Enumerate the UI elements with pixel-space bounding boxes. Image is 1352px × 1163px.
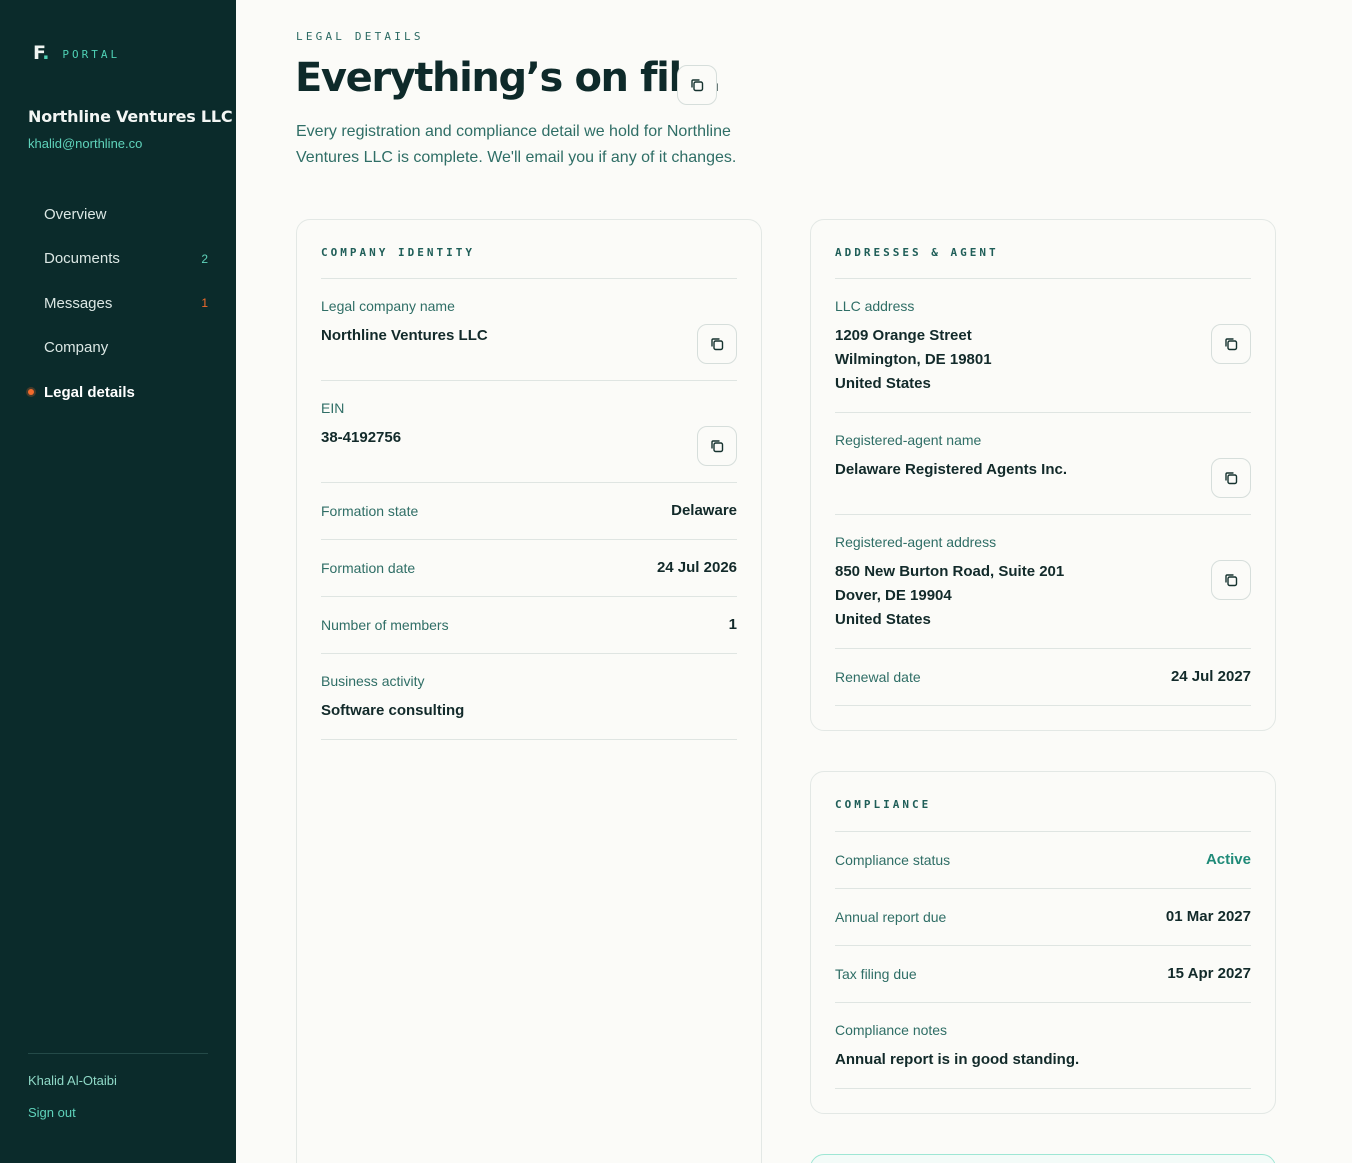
sidebar-item-documents[interactable]: Documents 2 — [28, 237, 208, 282]
formation-date-value: 24 Jul 2026 — [656, 559, 737, 576]
copy-all-button[interactable] — [677, 65, 717, 105]
sidebar-item-label: Documents — [44, 250, 120, 268]
org-name: Northline Ventures LLC — [28, 107, 233, 126]
formation-state-value: Delaware — [671, 502, 737, 519]
formation-date-label: Formation date — [321, 560, 416, 576]
copy-icon — [691, 79, 704, 92]
copy-legal-name-button[interactable] — [697, 324, 737, 364]
ein-label: EIN — [321, 400, 345, 416]
annual-report-label: Annual report due — [835, 909, 947, 925]
renewal-date-label: Renewal date — [835, 669, 921, 685]
agent-address-line: Dover, DE 19904 — [835, 587, 952, 604]
sign-out-link[interactable]: Sign out — [28, 1105, 76, 1120]
compliance-status-label: Compliance status — [835, 852, 951, 868]
copy-llc-address-button[interactable] — [1211, 324, 1251, 364]
tax-filing-value: 15 Apr 2027 — [1167, 965, 1251, 982]
llc-address-line: United States — [835, 375, 931, 392]
ein-value: 38-4192756 — [321, 429, 402, 446]
divider — [835, 945, 1251, 946]
business-activity-value: Software consulting — [321, 702, 465, 719]
agent-address-label: Registered-agent address — [835, 534, 997, 550]
divider — [835, 412, 1251, 413]
compliance-status-value: Active — [1205, 851, 1251, 868]
business-activity-label: Business activity — [321, 673, 425, 689]
messages-count-badge: 1 — [201, 296, 208, 311]
brand-label: PORTAL — [62, 47, 121, 61]
copy-agent-name-button[interactable] — [1211, 458, 1251, 498]
sidebar-item-company[interactable]: Company — [28, 326, 208, 371]
sidebar-item-legal-details[interactable]: Legal details — [28, 370, 208, 415]
divider — [321, 380, 737, 381]
sidebar-nav: Overview Documents 2 Messages 1 Company … — [28, 192, 208, 415]
sidebar-item-label: Legal details — [44, 383, 135, 401]
brand[interactable]: F. PORTAL — [33, 42, 120, 64]
sidebar: F. PORTAL Northline Ventures LLC khalid@… — [0, 0, 236, 1163]
company-identity-card: COMPANY IDENTITY Legal company name Nort… — [296, 219, 762, 1163]
members-label: Number of members — [321, 617, 449, 633]
divider — [321, 653, 737, 654]
divider — [321, 278, 737, 279]
divider — [321, 596, 737, 597]
documents-count-badge: 2 — [201, 251, 208, 266]
divider — [321, 539, 737, 540]
copy-icon — [1225, 574, 1238, 587]
formation-state-label: Formation state — [321, 503, 419, 519]
divider — [835, 888, 1251, 889]
card-title: COMPANY IDENTITY — [321, 246, 475, 259]
divider — [835, 514, 1251, 515]
copy-icon — [1225, 472, 1238, 485]
card-title: ADDRESSES & AGENT — [835, 246, 999, 259]
llc-address-line: Wilmington, DE 19801 — [835, 351, 992, 368]
copy-agent-address-button[interactable] — [1211, 560, 1251, 600]
page-title: Everything’s on file. — [295, 55, 722, 101]
llc-address-label: LLC address — [835, 298, 915, 314]
legal-name-label: Legal company name — [321, 298, 455, 314]
active-indicator-icon — [28, 389, 34, 396]
divider — [835, 831, 1251, 832]
agent-address-line: United States — [835, 611, 931, 628]
compliance-notes-value: Annual report is in good standing. — [835, 1051, 1080, 1068]
agent-name-value: Delaware Registered Agents Inc. — [835, 461, 1068, 478]
sidebar-item-messages[interactable]: Messages 1 — [28, 281, 208, 326]
agent-address-line: 850 New Burton Road, Suite 201 — [835, 563, 1065, 580]
divider — [321, 739, 737, 740]
sidebar-item-label: Overview — [44, 205, 107, 223]
next-card-partial — [810, 1154, 1276, 1163]
renewal-date-value: 24 Jul 2027 — [1170, 668, 1251, 685]
members-value: 1 — [728, 616, 737, 633]
brand-logo: F. — [33, 42, 49, 64]
tax-filing-label: Tax filing due — [835, 966, 917, 982]
page-eyebrow: LEGAL DETAILS — [296, 30, 424, 43]
agent-name-label: Registered-agent name — [835, 432, 982, 448]
page-intro: Every registration and compliance detail… — [296, 123, 737, 166]
legal-name-value: Northline Ventures LLC — [321, 327, 488, 344]
user-name: Khalid Al-Otaibi — [28, 1073, 117, 1088]
card-title: COMPLIANCE — [835, 798, 932, 811]
copy-icon — [711, 440, 724, 453]
copy-ein-button[interactable] — [697, 426, 737, 466]
compliance-card: COMPLIANCE Compliance status Active Annu… — [810, 771, 1276, 1114]
addresses-agent-card: ADDRESSES & AGENT LLC address 1209 Orang… — [810, 219, 1276, 731]
divider — [321, 482, 737, 483]
copy-icon — [1225, 338, 1238, 351]
divider — [835, 278, 1251, 279]
sidebar-item-overview[interactable]: Overview — [28, 192, 208, 237]
compliance-notes-label: Compliance notes — [835, 1022, 948, 1038]
divider — [835, 648, 1251, 649]
sidebar-divider — [28, 1053, 208, 1054]
sidebar-item-label: Company — [44, 339, 109, 357]
sidebar-item-label: Messages — [44, 294, 113, 312]
copy-icon — [711, 338, 724, 351]
divider — [835, 1002, 1251, 1003]
divider — [835, 705, 1251, 706]
org-email: khalid@northline.co — [28, 136, 143, 151]
llc-address-line: 1209 Orange Street — [835, 327, 972, 344]
divider — [835, 1088, 1251, 1089]
annual-report-value: 01 Mar 2027 — [1165, 908, 1251, 925]
